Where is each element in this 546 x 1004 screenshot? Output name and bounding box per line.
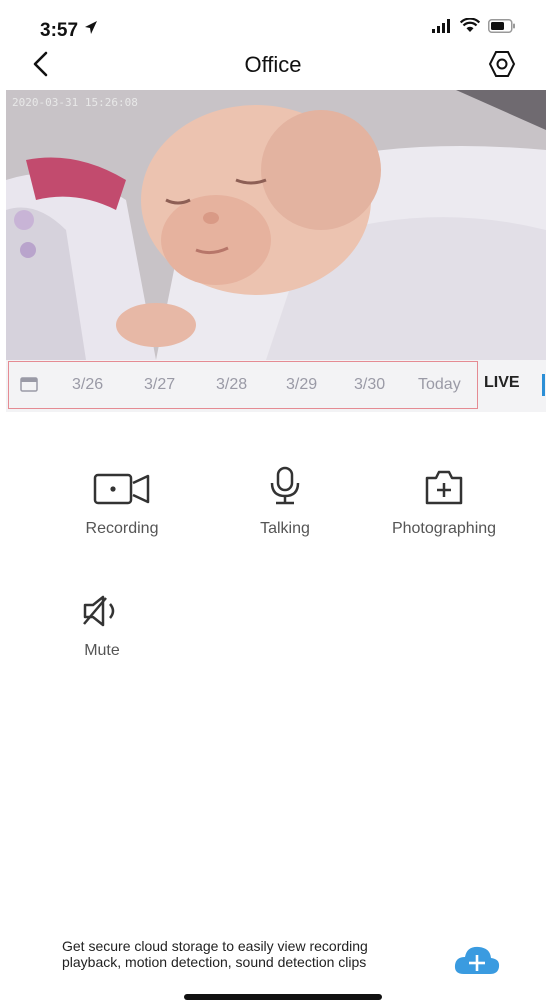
photographing-button[interactable]: Photographing	[374, 468, 514, 538]
calendar-button[interactable]	[20, 376, 38, 392]
settings-icon	[488, 51, 516, 77]
date-item-3-29[interactable]: 3/29	[286, 376, 317, 394]
talking-label: Talking	[260, 520, 310, 537]
mute-label: Mute	[84, 642, 120, 659]
status-bar: 3:57	[0, 0, 546, 41]
recording-button[interactable]: Recording	[62, 472, 182, 538]
video-frame-image	[6, 90, 546, 360]
live-indicator	[542, 374, 545, 396]
date-strip: 3/26 3/27 3/28 3/29 3/30 Today LIVE	[6, 360, 546, 412]
talking-button[interactable]: Talking	[230, 466, 340, 538]
battery-icon	[488, 18, 516, 38]
video-timestamp: 2020-03-31 15:26:08	[12, 96, 138, 109]
wifi-icon	[459, 17, 481, 38]
microphone-icon	[270, 466, 300, 505]
location-arrow-icon	[84, 20, 98, 41]
cloud-storage-button[interactable]	[454, 944, 500, 976]
nav-bar: Office	[0, 40, 546, 90]
home-indicator[interactable]	[184, 994, 382, 1000]
date-item-today[interactable]: Today	[418, 376, 461, 394]
camera-plus-icon	[425, 470, 463, 505]
status-time: 3:57	[40, 20, 79, 41]
cloud-promo-text: Get secure cloud storage to easily view …	[62, 938, 368, 970]
status-icons	[432, 17, 516, 38]
recording-label: Recording	[85, 520, 159, 537]
date-item-3-30[interactable]: 3/30	[354, 376, 385, 394]
date-item-3-27[interactable]: 3/27	[144, 376, 175, 394]
cloud-plus-icon	[454, 946, 500, 974]
calendar-icon	[20, 377, 38, 392]
page-title: Office	[244, 52, 302, 77]
video-feed[interactable]: 2020-03-31 15:26:08	[6, 90, 546, 360]
settings-button[interactable]	[488, 50, 516, 78]
signal-icon	[432, 18, 452, 38]
speaker-off-icon	[83, 595, 115, 627]
video-camera-icon	[93, 473, 150, 505]
live-button[interactable]: LIVE	[484, 374, 520, 392]
photographing-label: Photographing	[391, 520, 497, 537]
mute-button[interactable]: Mute	[62, 594, 142, 660]
date-item-3-28[interactable]: 3/28	[216, 376, 247, 394]
date-item-3-26[interactable]: 3/26	[72, 376, 103, 394]
